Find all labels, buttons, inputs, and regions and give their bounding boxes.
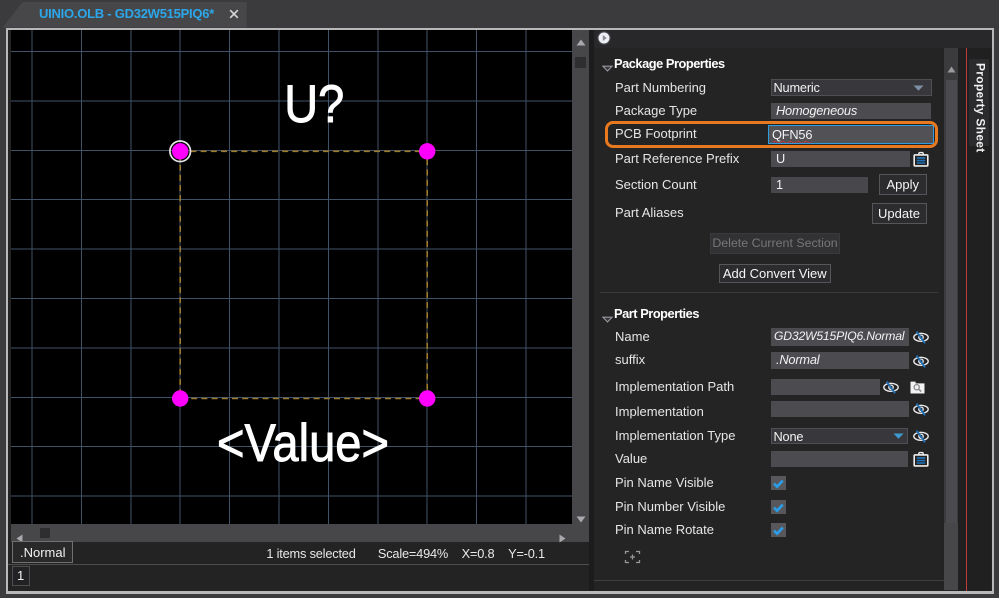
svg-text:U?: U? — [284, 75, 344, 134]
svg-text:<Value>: <Value> — [217, 414, 389, 473]
